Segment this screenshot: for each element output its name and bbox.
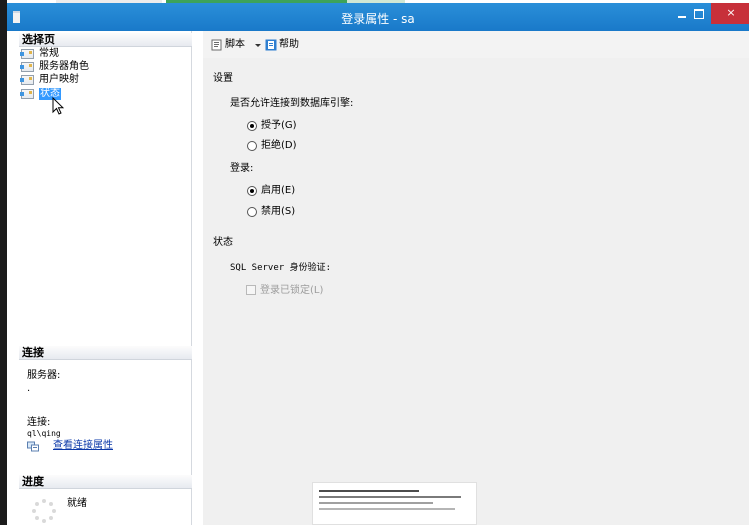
close-button[interactable]: × [711,3,749,24]
script-icon [211,39,222,51]
radio-label: 拒绝(D) [261,140,297,151]
sql-auth-label: SQL Server 身份验证: [230,263,332,273]
page-item-status[interactable]: 状态 [20,88,111,100]
window-thumbnail-preview [312,482,477,525]
select-page-header: 选择页 [19,33,192,47]
login-label: 登录: [230,163,254,174]
progress-spinner-icon [32,499,56,523]
view-connection-properties-link[interactable]: 查看连接属性 [27,440,147,454]
maximize-button[interactable] [690,5,708,23]
radio-indicator [247,141,257,151]
chevron-down-icon[interactable] [255,38,261,52]
thumbnail-line [319,502,433,504]
enable-radio[interactable]: 启用(E) [247,184,337,198]
radio-indicator [247,207,257,217]
connection-value: ql\qing [27,429,61,438]
allow-connect-label: 是否允许连接到数据库引擎: [230,98,354,109]
login-locked-label: 登录已锁定(L) [260,285,324,296]
window-title: 登录属性 - sa [341,12,415,26]
radio-label: 启用(E) [261,185,296,196]
radio-label: 授予(G) [261,120,297,131]
page-item-user-mapping[interactable]: 用户映射 [20,74,111,86]
disable-radio[interactable]: 禁用(S) [247,205,337,219]
progress-status: 就绪 [67,498,87,509]
thumbnail-line [319,496,461,498]
status-section-title: 状态 [213,237,233,248]
mouse-cursor-icon [52,97,64,115]
help-label: 帮助 [279,39,299,50]
title-bar[interactable]: 登录属性 - sa × [7,3,749,31]
page-icon [20,62,34,72]
server-label: 服务器: [27,370,61,381]
page-item-label: 用户映射 [39,74,79,85]
page-item-server-roles[interactable]: 服务器角色 [20,61,111,73]
page-icon [20,89,34,99]
script-button[interactable]: 脚本 [211,38,264,52]
toolbar: 脚本 帮助 [203,31,749,58]
thumbnail-line [319,490,419,492]
page-icon [20,49,34,59]
help-button[interactable]: 帮助 [265,38,305,52]
page-icon [20,75,34,85]
minimize-button[interactable] [673,5,691,23]
radio-indicator [247,186,257,196]
view-connection-properties-label: 查看连接属性 [53,440,113,451]
left-border-strip [0,0,7,525]
thumbnail-line [319,508,455,510]
progress-header: 进度 [19,475,192,489]
radio-label: 禁用(S) [261,206,296,217]
checkbox-indicator [246,285,256,295]
script-label: 脚本 [225,39,245,50]
login-properties-window: 登录属性 - sa × 选择页 常规 服务器角色 用户映射 状态 连接 服务器:… [0,0,749,525]
left-pane: 选择页 常规 服务器角色 用户映射 状态 连接 服务器: . 连接: ql\qi… [7,31,192,525]
grant-radio[interactable]: 授予(G) [247,119,337,133]
radio-indicator [247,121,257,131]
connection-properties-icon [27,441,39,452]
deny-radio[interactable]: 拒绝(D) [247,139,337,153]
settings-section-title: 设置 [213,73,233,84]
page-item-label: 常规 [39,48,59,59]
server-value: . [27,383,31,394]
login-locked-checkbox[interactable]: 登录已锁定(L) [246,284,336,298]
connection-header: 连接 [19,346,192,360]
right-pane: 脚本 帮助 设置 是否允许连接到数据库引擎: 授予(G) 拒绝(D) 登录: 启… [203,31,749,525]
page-item-general[interactable]: 常规 [20,48,111,60]
page-item-label: 服务器角色 [39,61,89,72]
help-icon [265,39,277,51]
